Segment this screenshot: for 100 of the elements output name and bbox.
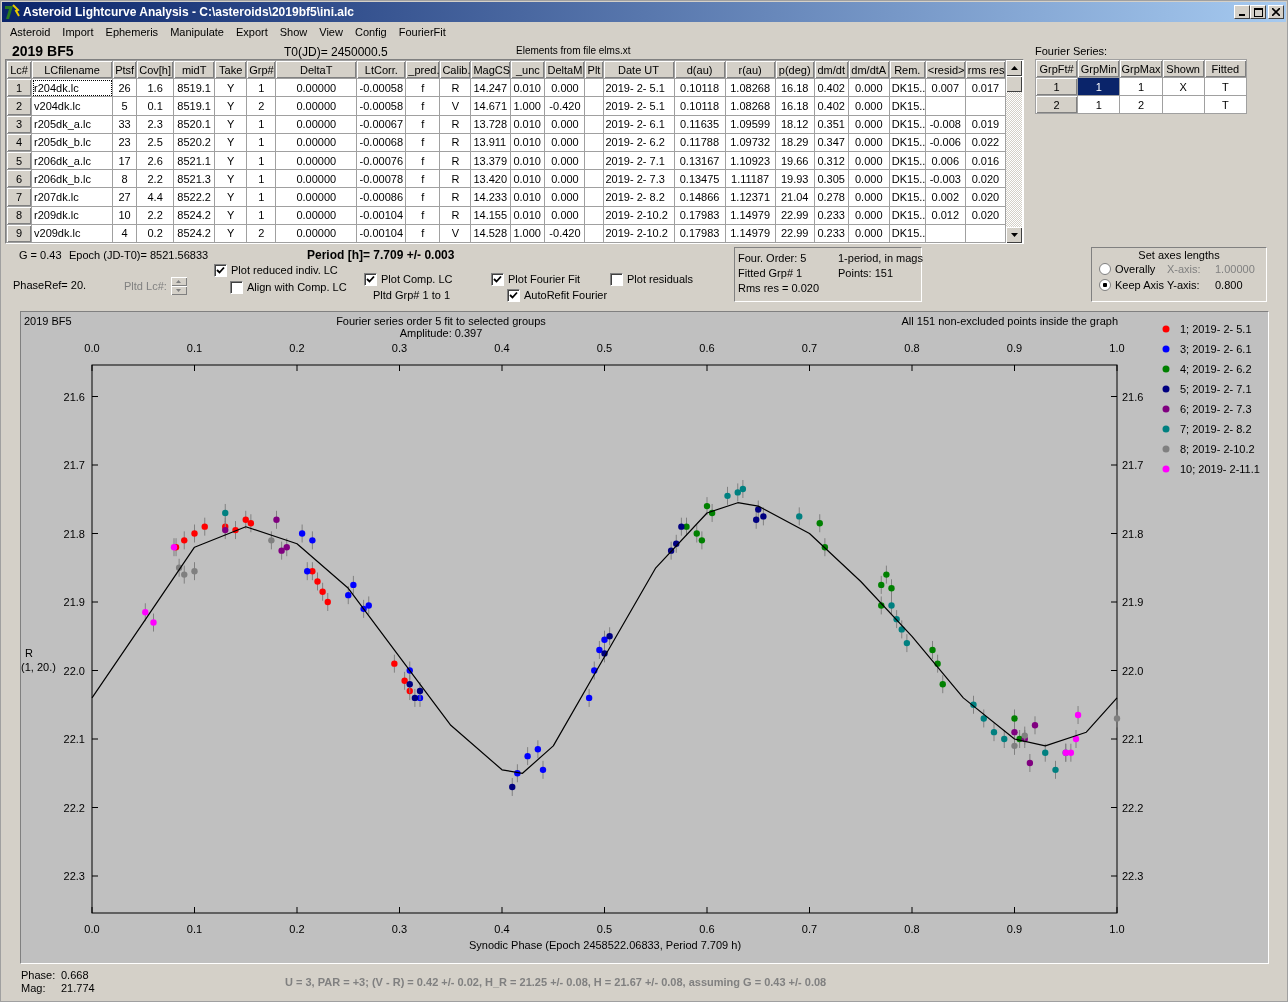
period-value: Period [h]= 7.709 +/- 0.003 [307, 248, 455, 262]
axis-title: Synodic Phase (Epoch 2458522.06833, Period 7.709 h) [468, 939, 742, 951]
table-cell: 0.010 [510, 169, 545, 188]
table-cell: r206dk_a.lc [31, 151, 113, 170]
table-cell: 0.020 [965, 187, 1006, 206]
tick-label: 1.0 [1109, 342, 1125, 354]
table-cell: -0.00058 [356, 96, 406, 116]
table-cell: 8521.1 [173, 151, 215, 170]
table-cell: 4.4 [136, 187, 174, 206]
table-cell: R [439, 187, 471, 206]
table-cell: 0.020 [965, 169, 1006, 188]
tick-label: 0.0 [84, 923, 100, 935]
table-cell: 0.00000 [275, 187, 357, 206]
table-cell: 2019- 2- 5.1 [603, 96, 675, 116]
table-cell: 1 [1119, 77, 1163, 96]
table-cell: 2019- 2- 6.1 [603, 115, 675, 134]
legend-label: 1; 2019- 2- 5.1 [1180, 323, 1252, 335]
table-cell: R [439, 78, 471, 97]
table-cell: 0.00000 [275, 151, 357, 170]
table-cell: 0.11635 [674, 115, 726, 134]
table-cell: 0.278 [814, 187, 849, 206]
table-cell: r205dk_a.lc [31, 115, 113, 134]
table-cell: 8519.1 [173, 78, 215, 97]
table-cell: 0.019 [965, 115, 1006, 134]
table-cell: V [439, 96, 471, 116]
tick-label: 0.7 [801, 923, 818, 935]
table-cell: 13.420 [470, 169, 511, 188]
tick-label: 0.1 [186, 923, 203, 935]
phase-value: 0.668 [61, 969, 90, 982]
table-cell: Y [214, 133, 247, 152]
tick-label: 21.8 [63, 527, 85, 540]
table-cell: 13.911 [470, 133, 511, 152]
table-cell: 1.14979 [725, 224, 776, 243]
table-cell: -0.420 [544, 224, 585, 243]
table-cell: r205dk_b.lc [31, 133, 113, 152]
tick-label: 0.0 [84, 342, 100, 354]
tick-label: 0.3 [391, 342, 408, 354]
table-cell: 1.09599 [725, 115, 776, 134]
table-cell: T [1204, 77, 1247, 96]
epoch-label: T0(JD)= 2450000.5 [284, 45, 389, 59]
table-cell: 14.155 [470, 206, 511, 225]
table-cell: 0.00000 [275, 133, 357, 152]
tick-label: 22.2 [1122, 801, 1144, 814]
table-cell: 2019- 2-10.2 [603, 206, 675, 225]
tick-label: 0.8 [904, 923, 920, 935]
tick-label: 22.1 [1122, 733, 1144, 745]
table-cell: 0.402 [814, 78, 849, 97]
table-cell: 2.3 [136, 115, 174, 134]
table-cell: -0.00067 [356, 115, 406, 134]
table-cell: 0.017 [965, 78, 1006, 97]
table-cell: 8524.2 [173, 206, 215, 225]
table-cell: Y [214, 169, 247, 188]
table-cell: 21.04 [775, 187, 815, 206]
table-cell: 0.000 [848, 151, 890, 170]
tick-label: 21.8 [1122, 527, 1144, 540]
table-cell: 0.022 [965, 133, 1006, 152]
legend-label: 5; 2019- 2- 7.1 [1180, 383, 1252, 395]
table-cell: 0.010 [510, 133, 545, 152]
table-cell: 2.6 [136, 151, 174, 170]
tick-label: 0.8 [904, 342, 920, 354]
table-cell: 16.18 [775, 78, 815, 97]
table-cell: DK15.. [889, 224, 926, 243]
window-title: Asteroid Lightcurve Analysis - C:\asteroids\2019bf5\ini.alc [23, 5, 355, 19]
table-cell: 1 [246, 169, 276, 188]
tick-label: 22.3 [63, 870, 85, 882]
table-cell: DK15.. [889, 115, 926, 134]
table-cell: 0.010 [510, 151, 545, 170]
table-cell: R [439, 115, 471, 134]
table-cell: R [439, 206, 471, 225]
phase-ref-label: PhaseRef= 20. [13, 279, 87, 291]
table-cell: DK15.. [889, 151, 926, 170]
table-cell: 0.010 [510, 78, 545, 97]
table-cell: DK15.. [889, 78, 926, 97]
legend-label: 8; 2019- 2-10.2 [1180, 443, 1255, 455]
table-cell: 4 [112, 224, 137, 243]
table-cell: 0.000 [544, 169, 585, 188]
table-cell: -0.003 [925, 169, 966, 188]
tick-label: 0.7 [801, 342, 818, 354]
tick-label: 21.7 [63, 459, 85, 471]
table-cell: -0.00104 [356, 206, 406, 225]
table-cell: 0.000 [544, 115, 585, 134]
table-cell: DK15.. [889, 206, 926, 225]
table-cell: 0.10118 [674, 96, 726, 116]
section-label: Fourier Series: [1035, 45, 1109, 59]
table-cell: 0.000 [848, 78, 890, 97]
info-text: Rms res = 0.020 [738, 281, 820, 295]
table-cell: DK15.. [889, 187, 926, 206]
table-cell: 0.010 [510, 115, 545, 134]
table-cell: f [405, 133, 440, 152]
table-cell: -0.006 [925, 133, 966, 152]
table-cell: 0.002 [925, 187, 966, 206]
table-cell: 14.671 [470, 96, 511, 116]
table-cell: 0.000 [544, 78, 585, 97]
table-cell: r207dk.lc [31, 187, 113, 206]
tick-label: 0.4 [494, 342, 510, 354]
table-cell: 0.007 [925, 78, 966, 97]
table-cell: 0.016 [965, 151, 1006, 170]
table-cell: 5 [112, 96, 137, 116]
table-cell: 0.000 [848, 133, 890, 152]
table-cell: R [439, 169, 471, 188]
